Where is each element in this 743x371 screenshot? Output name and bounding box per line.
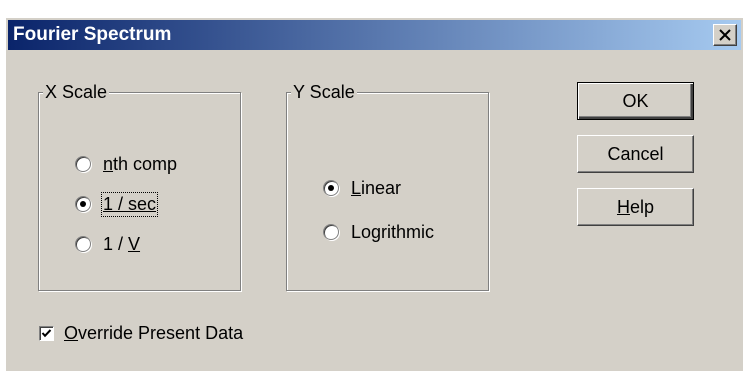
x-scale-group: X Scale nth comp 1 / sec 1 / V [38, 81, 241, 291]
x-scale-legend: X Scale [43, 81, 110, 103]
radio-logrithmic[interactable]: Logrithmic [323, 219, 434, 245]
ok-button[interactable]: OK [577, 82, 694, 120]
radio-label-per-sec: 1 / sec [100, 191, 159, 217]
override-checkbox[interactable] [39, 325, 54, 341]
title-bar[interactable]: Fourier Spectrum [8, 20, 741, 50]
radio-button[interactable] [75, 156, 91, 172]
radio-button[interactable] [75, 236, 91, 252]
radio-label-logrithmic: Logrithmic [351, 221, 435, 242]
help-button[interactable]: Help [577, 188, 694, 226]
close-button[interactable] [713, 24, 737, 46]
fourier-spectrum-dialog: Fourier Spectrum X Scale nth comp 1 / se… [5, 17, 743, 371]
ok-button-label: OK [622, 90, 649, 111]
cancel-button[interactable]: Cancel [577, 135, 694, 173]
radio-per-sec[interactable]: 1 / sec [75, 191, 159, 217]
radio-per-v[interactable]: 1 / V [75, 231, 140, 257]
cancel-button-label: Cancel [607, 143, 664, 164]
radio-linear[interactable]: Linear [323, 175, 401, 201]
radio-button-selected[interactable] [323, 180, 339, 196]
close-icon [719, 29, 731, 41]
radio-label-nth-comp: nth comp [103, 153, 178, 174]
y-scale-legend: Y Scale [291, 81, 357, 103]
radio-nth-comp[interactable]: nth comp [75, 151, 177, 177]
help-button-label: Help [616, 196, 655, 217]
override-present-data-checkbox-row[interactable]: Override Present Data [39, 320, 243, 346]
radio-button[interactable] [323, 224, 339, 240]
y-scale-group: Y Scale Linear Logrithmic [286, 81, 489, 291]
checkmark-icon [41, 328, 52, 337]
radio-label-per-v: 1 / V [103, 233, 141, 254]
override-label: Override Present Data [64, 322, 244, 343]
window-title: Fourier Spectrum [13, 24, 172, 45]
radio-button-selected[interactable] [75, 196, 91, 212]
radio-label-linear: Linear [351, 177, 402, 198]
